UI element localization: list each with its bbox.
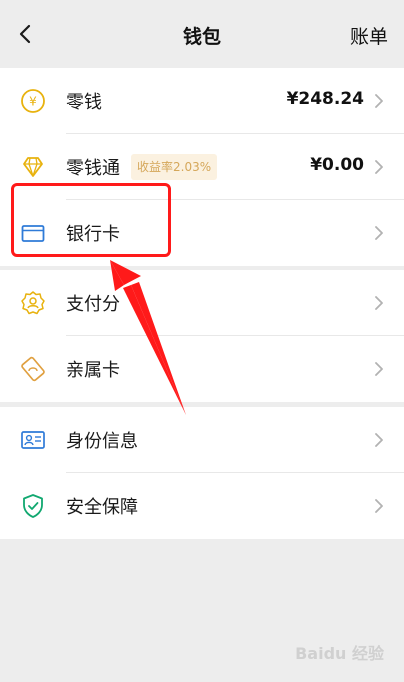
row-family-card[interactable]: 亲属卡 bbox=[0, 336, 404, 402]
lingqiantong-value: ¥0.00 bbox=[310, 155, 364, 175]
chevron-right-icon bbox=[375, 296, 383, 310]
row-identity-info[interactable]: 身份信息 bbox=[0, 407, 404, 473]
row-change[interactable]: ¥ 零钱 ¥248.24 bbox=[0, 68, 404, 134]
id-card-icon bbox=[21, 431, 45, 449]
row-pay-score[interactable]: 支付分 bbox=[0, 270, 404, 336]
row-label: 安全保障 bbox=[66, 497, 138, 518]
chevron-right-icon bbox=[375, 94, 383, 108]
row-security[interactable]: 安全保障 bbox=[0, 473, 404, 539]
security-group: 身份信息 安全保障 bbox=[0, 407, 404, 539]
row-label: 支付分 bbox=[66, 294, 120, 315]
nav-bar: 钱包 账单 bbox=[0, 0, 404, 68]
shield-icon bbox=[23, 494, 43, 518]
yield-rate-badge: 收益率2.03% bbox=[131, 154, 218, 180]
chevron-right-icon bbox=[375, 160, 383, 174]
svg-text:¥: ¥ bbox=[29, 95, 37, 109]
balance-value: ¥248.24 bbox=[286, 89, 364, 109]
row-label: 亲属卡 bbox=[66, 360, 120, 381]
family-card-icon bbox=[21, 356, 45, 382]
wallet-balance-group: ¥ 零钱 ¥248.24 零钱通 收益率2.03% ¥0.00 银行卡 bbox=[0, 68, 404, 266]
services-group: 支付分 亲属卡 bbox=[0, 270, 404, 402]
chevron-right-icon bbox=[375, 226, 383, 240]
bank-card-icon bbox=[21, 225, 45, 242]
page-title: 钱包 bbox=[182, 26, 221, 48]
row-label: 身份信息 bbox=[66, 431, 138, 452]
diamond-icon bbox=[23, 157, 43, 177]
watermark: Baidu 经验 bbox=[295, 644, 384, 663]
row-lingqiantong[interactable]: 零钱通 收益率2.03% ¥0.00 bbox=[0, 134, 404, 200]
row-bank-card[interactable]: 银行卡 bbox=[0, 200, 404, 266]
chevron-right-icon bbox=[375, 433, 383, 447]
row-label: 零钱 bbox=[66, 92, 102, 113]
row-label: 银行卡 bbox=[66, 224, 120, 245]
bill-button[interactable]: 账单 bbox=[350, 22, 388, 49]
row-label: 零钱通 bbox=[66, 158, 120, 179]
yuan-coin-icon: ¥ bbox=[21, 89, 45, 113]
chevron-right-icon bbox=[375, 499, 383, 513]
pay-score-icon bbox=[21, 291, 45, 315]
chevron-right-icon bbox=[375, 362, 383, 376]
